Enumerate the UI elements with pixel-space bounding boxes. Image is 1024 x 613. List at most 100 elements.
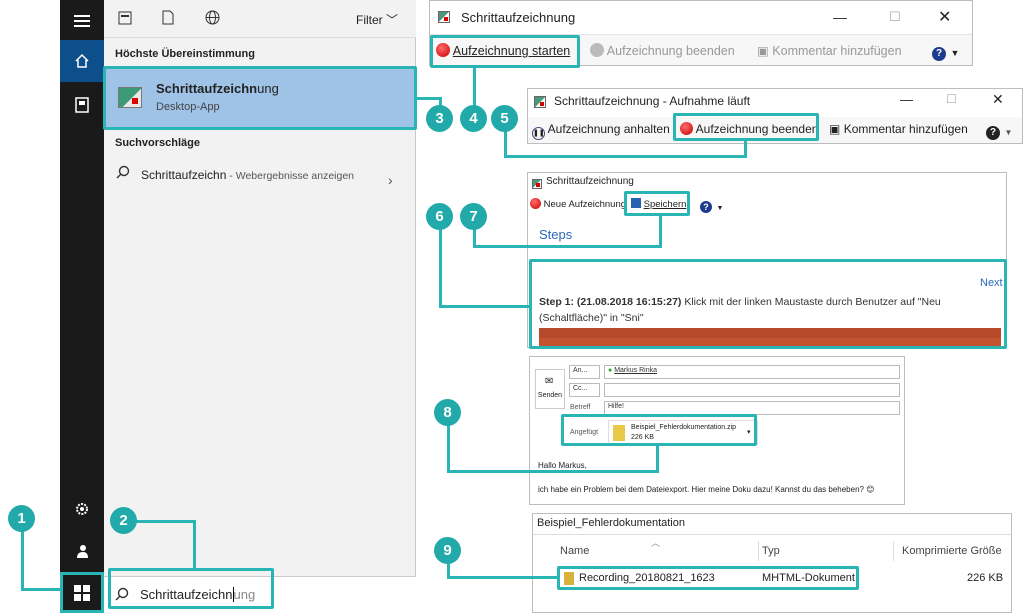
email-greeting: Hallo Markus, bbox=[538, 461, 587, 470]
app-icon bbox=[534, 95, 546, 113]
suggestion-text: Schrittaufzeichn - Webergebnisse anzeige… bbox=[141, 168, 355, 182]
new-recording-label: Neue Aufzeichnung bbox=[543, 199, 627, 210]
zip-folder-title: Beispiel_Fehlerdokumentation bbox=[537, 517, 685, 529]
taskbar bbox=[60, 0, 104, 613]
help-button[interactable]: ? ▼ bbox=[986, 122, 1012, 140]
add-comment-button: ▣ Kommentar hinzufügen bbox=[757, 43, 902, 58]
column-type[interactable]: Typ bbox=[762, 545, 780, 557]
maximize-icon[interactable]: ☐ bbox=[889, 9, 901, 25]
connector-line bbox=[415, 97, 442, 100]
connector-line bbox=[21, 588, 63, 591]
documents-icon[interactable] bbox=[60, 84, 104, 126]
chevron-right-icon: › bbox=[388, 172, 393, 188]
best-match-header: Höchste Übereinstimmung bbox=[115, 48, 255, 60]
connector-line bbox=[504, 155, 747, 158]
step-badge-2: 2 bbox=[110, 507, 137, 534]
record-icon bbox=[530, 198, 541, 209]
connector-line bbox=[473, 66, 476, 108]
highlight-stop-recording bbox=[673, 113, 819, 141]
pause-recording-button[interactable]: ❚❚ Aufzeichnung anhalten bbox=[532, 122, 670, 140]
connector-line bbox=[21, 531, 24, 590]
user-account-icon[interactable] bbox=[60, 530, 104, 572]
document-filter-icon[interactable] bbox=[162, 10, 174, 30]
start-button[interactable] bbox=[60, 572, 104, 613]
result-window-title: Schrittaufzeichnung bbox=[546, 176, 634, 187]
highlight-search-box bbox=[108, 568, 274, 609]
maximize-icon[interactable]: ☐ bbox=[946, 92, 957, 106]
highlight-step-detail bbox=[529, 259, 1007, 349]
recording-window-title: Schrittaufzeichnung - Aufnahme läuft bbox=[554, 94, 751, 108]
chevron-down-icon: ﹀ bbox=[386, 13, 399, 27]
stop-recording-label: Aufzeichnung beenden bbox=[606, 44, 735, 58]
subject-label: Betreff bbox=[570, 404, 591, 411]
connector-line bbox=[504, 130, 507, 158]
connector-line bbox=[193, 520, 196, 570]
window-title: Schrittaufzeichnung bbox=[461, 10, 576, 25]
hamburger-menu-icon[interactable] bbox=[60, 0, 104, 42]
column-name[interactable]: Name bbox=[560, 545, 589, 557]
home-icon[interactable] bbox=[60, 40, 104, 82]
send-envelope-icon: ✉ bbox=[545, 376, 554, 387]
cc-field[interactable] bbox=[604, 383, 900, 397]
connector-line bbox=[439, 228, 442, 308]
minimize-icon[interactable]: — bbox=[900, 92, 913, 107]
help-icon: ? bbox=[700, 201, 712, 213]
cc-button[interactable]: Cc... bbox=[569, 383, 600, 397]
pause-icon: ❚❚ bbox=[532, 127, 545, 140]
new-recording-button[interactable]: Neue Aufzeichnung bbox=[530, 198, 626, 210]
add-comment-label: Kommentar hinzufügen bbox=[772, 44, 902, 58]
app-icon bbox=[438, 10, 450, 28]
zip-explorer-window: Beispiel_Fehlerdokumentation ︿ Name Typ … bbox=[532, 513, 1012, 613]
stop-icon bbox=[590, 43, 604, 57]
filter-label: Filter bbox=[356, 13, 383, 27]
close-icon[interactable]: ✕ bbox=[938, 7, 951, 27]
search-icon bbox=[116, 165, 130, 184]
column-divider bbox=[893, 541, 894, 561]
connector-line bbox=[439, 305, 531, 308]
close-icon[interactable]: ✕ bbox=[992, 91, 1004, 108]
minimize-icon[interactable]: — bbox=[833, 9, 847, 25]
step-badge-5: 5 bbox=[491, 105, 518, 132]
step-badge-6: 6 bbox=[426, 203, 453, 230]
apps-filter-icon[interactable] bbox=[118, 11, 132, 30]
step-badge-7: 7 bbox=[460, 203, 487, 230]
web-suggestion-item[interactable]: Schrittaufzeichn - Webergebnisse anzeige… bbox=[104, 160, 416, 206]
start-menu-header: Filter ﹀ bbox=[104, 0, 416, 38]
file-size: 226 KB bbox=[967, 572, 1004, 584]
comment-icon: ▣ bbox=[829, 122, 841, 136]
windows-logo-icon bbox=[74, 584, 90, 601]
settings-gear-icon[interactable] bbox=[60, 488, 104, 530]
help-icon: ? bbox=[932, 47, 946, 61]
to-field[interactable]: ● Markus Rinka bbox=[604, 365, 900, 379]
suggestions-header: Suchvorschläge bbox=[115, 137, 200, 149]
step-badge-8: 8 bbox=[434, 399, 461, 426]
connector-line bbox=[447, 576, 559, 579]
help-button[interactable]: ? ▼ bbox=[932, 43, 959, 61]
help-icon: ? bbox=[986, 126, 1000, 140]
to-button[interactable]: An... bbox=[569, 365, 600, 379]
send-label: Senden bbox=[537, 392, 563, 399]
step-badge-4: 4 bbox=[460, 105, 487, 132]
connector-line bbox=[447, 425, 450, 473]
help-button[interactable]: ? ▼ bbox=[700, 197, 723, 215]
highlight-save-button bbox=[624, 191, 690, 216]
title-divider bbox=[533, 534, 1011, 535]
step-badge-9: 9 bbox=[434, 537, 461, 564]
column-compressed-size[interactable]: Komprimierte Größe bbox=[902, 545, 1002, 557]
web-globe-icon[interactable] bbox=[205, 10, 220, 30]
stop-recording-button: Aufzeichnung beenden bbox=[590, 43, 735, 58]
app-icon bbox=[532, 176, 542, 194]
pause-recording-label: Aufzeichnung anhalten bbox=[547, 122, 670, 136]
comment-icon: ▣ bbox=[757, 44, 769, 58]
connector-line bbox=[656, 444, 659, 473]
steps-heading: Steps bbox=[539, 227, 573, 242]
subject-field[interactable]: Hilfe! bbox=[604, 401, 900, 415]
check-icon: ● bbox=[608, 367, 613, 374]
highlight-attachment bbox=[561, 414, 757, 446]
highlight-recording-file bbox=[557, 566, 859, 590]
step-badge-1: 1 bbox=[8, 505, 35, 532]
filter-button[interactable]: Filter ﹀ bbox=[356, 11, 398, 28]
to-value: Markus Rinka bbox=[614, 367, 657, 374]
send-button[interactable]: ✉ Senden bbox=[535, 369, 565, 409]
add-comment-button[interactable]: ▣ Kommentar hinzufügen bbox=[829, 122, 968, 136]
